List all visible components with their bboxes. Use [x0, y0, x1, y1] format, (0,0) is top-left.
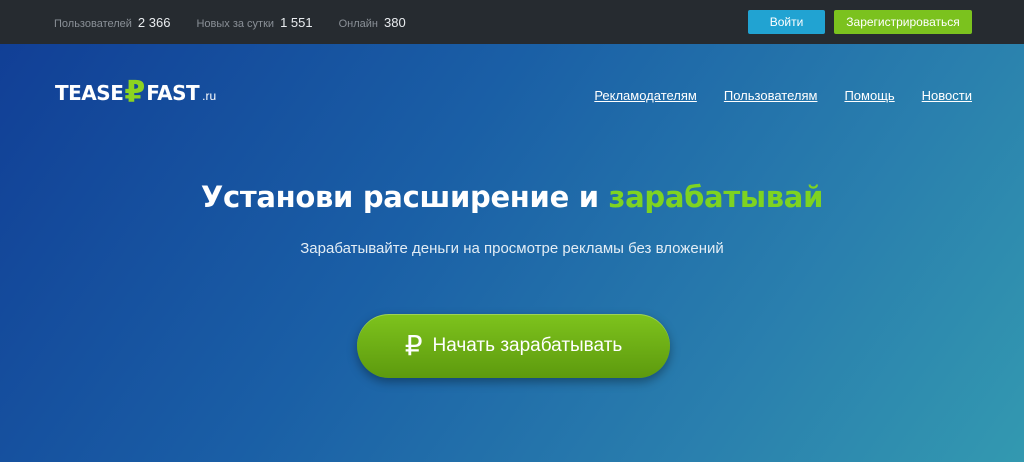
- nav-news[interactable]: Новости: [922, 88, 972, 103]
- logo-domain: .ru: [202, 89, 217, 103]
- start-earning-label: Начать зарабатывать: [432, 335, 623, 356]
- headline-accent: зарабатывай: [608, 180, 824, 214]
- register-button[interactable]: Зарегистрироваться: [834, 10, 972, 34]
- ruble-icon: ₽: [404, 329, 423, 362]
- stat-online: Онлайн 380: [339, 15, 406, 30]
- hero-subtitle: Зарабатывайте деньги на просмотре реклам…: [300, 240, 724, 257]
- site-logo[interactable]: TEASE ₽ FAST .ru: [55, 77, 216, 109]
- main-nav: Рекламодателям Пользователям Помощь Ново…: [594, 88, 972, 103]
- hero-headline: Установи расширение и зарабатывай: [0, 180, 1024, 214]
- headline-main: Установи расширение и: [200, 180, 609, 214]
- stat-new-today-value: 1 551: [280, 14, 313, 30]
- stat-users-label: Пользователей: [54, 17, 132, 30]
- stat-users: Пользователей 2 366: [54, 15, 170, 30]
- nav-advertisers[interactable]: Рекламодателям: [594, 88, 697, 103]
- stat-online-value: 380: [384, 14, 406, 30]
- logo-text-tease: TEASE: [55, 81, 124, 105]
- ruble-icon: ₽: [124, 75, 146, 110]
- nav-help[interactable]: Помощь: [844, 88, 894, 103]
- stat-online-label: Онлайн: [338, 17, 378, 30]
- stat-new-today-label: Новых за сутки: [196, 17, 275, 30]
- stat-new-today: Новых за сутки 1 551: [196, 15, 312, 30]
- site-stats: Пользователей 2 366 Новых за сутки 1 551…: [54, 0, 406, 44]
- top-bar: Пользователей 2 366 Новых за сутки 1 551…: [0, 0, 1024, 44]
- logo-text-fast: FAST: [146, 81, 200, 105]
- stat-users-value: 2 366: [137, 14, 171, 30]
- page-bottom-divider: [0, 462, 1024, 466]
- nav-users[interactable]: Пользователям: [724, 88, 818, 103]
- start-earning-button[interactable]: ₽ Начать зарабатывать: [357, 314, 670, 378]
- hero-section: TEASE ₽ FAST .ru Рекламодателям Пользова…: [0, 44, 1024, 462]
- login-button[interactable]: Войти: [748, 10, 825, 34]
